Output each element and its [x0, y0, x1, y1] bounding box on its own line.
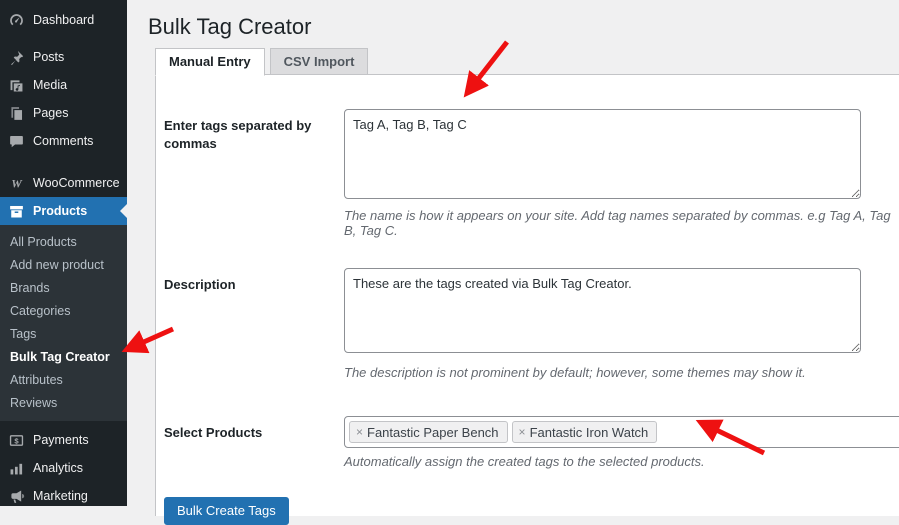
- select-products-label: Select Products: [164, 416, 344, 442]
- sidebar-item-label: WooCommerce: [33, 176, 120, 190]
- sidebar-item-products[interactable]: Products: [0, 197, 127, 225]
- sidebar-item-label: Analytics: [33, 461, 83, 475]
- media-icon: [8, 77, 25, 94]
- sidebar-item-media[interactable]: Media: [0, 71, 127, 99]
- tags-field-row: Enter tags separated by commas Tag A, Ta…: [164, 109, 899, 238]
- sidebar-item-label: Payments: [33, 433, 89, 447]
- sidebar-item-woocommerce[interactable]: W WooCommerce: [0, 169, 127, 197]
- products-icon: [8, 203, 25, 220]
- sidebar-item-tags[interactable]: Tags: [0, 323, 127, 346]
- sidebar-item-add-new-product[interactable]: Add new product: [0, 254, 127, 277]
- remove-chip-icon[interactable]: ×: [519, 426, 526, 438]
- sidebar-item-brands[interactable]: Brands: [0, 277, 127, 300]
- woocommerce-icon: W: [8, 175, 25, 192]
- description-input[interactable]: These are the tags created via Bulk Tag …: [344, 268, 861, 353]
- bulk-create-tags-button[interactable]: Bulk Create Tags: [164, 497, 289, 525]
- tags-input[interactable]: Tag A, Tag B, Tag C: [344, 109, 861, 199]
- sidebar-item-pages[interactable]: Pages: [0, 99, 127, 127]
- sidebar-item-label: Marketing: [33, 489, 88, 503]
- sidebar-item-categories[interactable]: Categories: [0, 300, 127, 323]
- sidebar-item-label: Pages: [33, 106, 68, 120]
- sidebar-item-label: Products: [33, 204, 87, 218]
- remove-chip-icon[interactable]: ×: [356, 426, 363, 438]
- sidebar-item-dashboard[interactable]: Dashboard: [0, 6, 127, 34]
- product-multiselect[interactable]: × Fantastic Paper Bench × Fantastic Iron…: [344, 416, 899, 448]
- sidebar-item-all-products[interactable]: All Products: [0, 231, 127, 254]
- tags-help-text: The name is how it appears on your site.…: [344, 208, 899, 238]
- pin-icon: [8, 49, 25, 66]
- sidebar-item-comments[interactable]: Comments: [0, 127, 127, 155]
- sidebar-item-bulk-tag-creator[interactable]: Bulk Tag Creator: [0, 346, 127, 369]
- tab-csv-import[interactable]: CSV Import: [270, 48, 369, 75]
- comment-icon: [8, 133, 25, 150]
- description-field-row: Description These are the tags created v…: [164, 268, 899, 380]
- page-title: Bulk Tag Creator: [127, 0, 899, 42]
- tags-field-label: Enter tags separated by commas: [164, 109, 344, 152]
- selected-product-chip: × Fantastic Iron Watch: [512, 421, 658, 443]
- description-field-label: Description: [164, 268, 344, 294]
- sidebar-item-attributes[interactable]: Attributes: [0, 369, 127, 392]
- tab-manual-entry[interactable]: Manual Entry: [155, 48, 265, 76]
- chip-label: Fantastic Iron Watch: [530, 425, 649, 440]
- sidebar-item-payments[interactable]: $ Payments: [0, 426, 127, 454]
- sidebar-separator: [0, 155, 127, 169]
- sidebar-item-label: Posts: [33, 50, 64, 64]
- sidebar-item-label: Dashboard: [33, 13, 94, 27]
- sidebar-item-label: Comments: [33, 134, 93, 148]
- sidebar-bottom: $ Payments Analytics Marketing: [0, 421, 127, 510]
- svg-text:$: $: [14, 436, 19, 445]
- select-products-row: Select Products × Fantastic Paper Bench …: [164, 416, 899, 469]
- payments-icon: $: [8, 432, 25, 449]
- sidebar-item-posts[interactable]: Posts: [0, 43, 127, 71]
- wp-admin-bulk-tag-creator: { "colors": { "accent_blue": "#2271b1", …: [0, 0, 899, 506]
- selected-product-chip: × Fantastic Paper Bench: [349, 421, 508, 443]
- sidebar-item-reviews[interactable]: Reviews: [0, 392, 127, 415]
- sidebar-separator: [0, 34, 127, 43]
- description-help-text: The description is not prominent by defa…: [344, 365, 899, 380]
- sidebar-item-analytics[interactable]: Analytics: [0, 454, 127, 482]
- dashboard-icon: [8, 12, 25, 29]
- analytics-icon: [8, 460, 25, 477]
- marketing-icon: [8, 488, 25, 505]
- main-content: Bulk Tag Creator Manual Entry CSV Import…: [127, 0, 899, 506]
- admin-sidebar: Dashboard Posts Media Pages Comments W W…: [0, 0, 127, 506]
- sidebar-item-label: Media: [33, 78, 67, 92]
- tab-bar: Manual Entry CSV Import: [155, 48, 368, 76]
- select-products-help-text: Automatically assign the created tags to…: [344, 454, 899, 469]
- chip-label: Fantastic Paper Bench: [367, 425, 499, 440]
- pages-icon: [8, 105, 25, 122]
- manual-entry-panel: Enter tags separated by commas Tag A, Ta…: [155, 74, 899, 516]
- svg-text:W: W: [11, 176, 23, 190]
- products-submenu: All Products Add new product Brands Cate…: [0, 225, 127, 421]
- current-menu-notch: [113, 204, 127, 218]
